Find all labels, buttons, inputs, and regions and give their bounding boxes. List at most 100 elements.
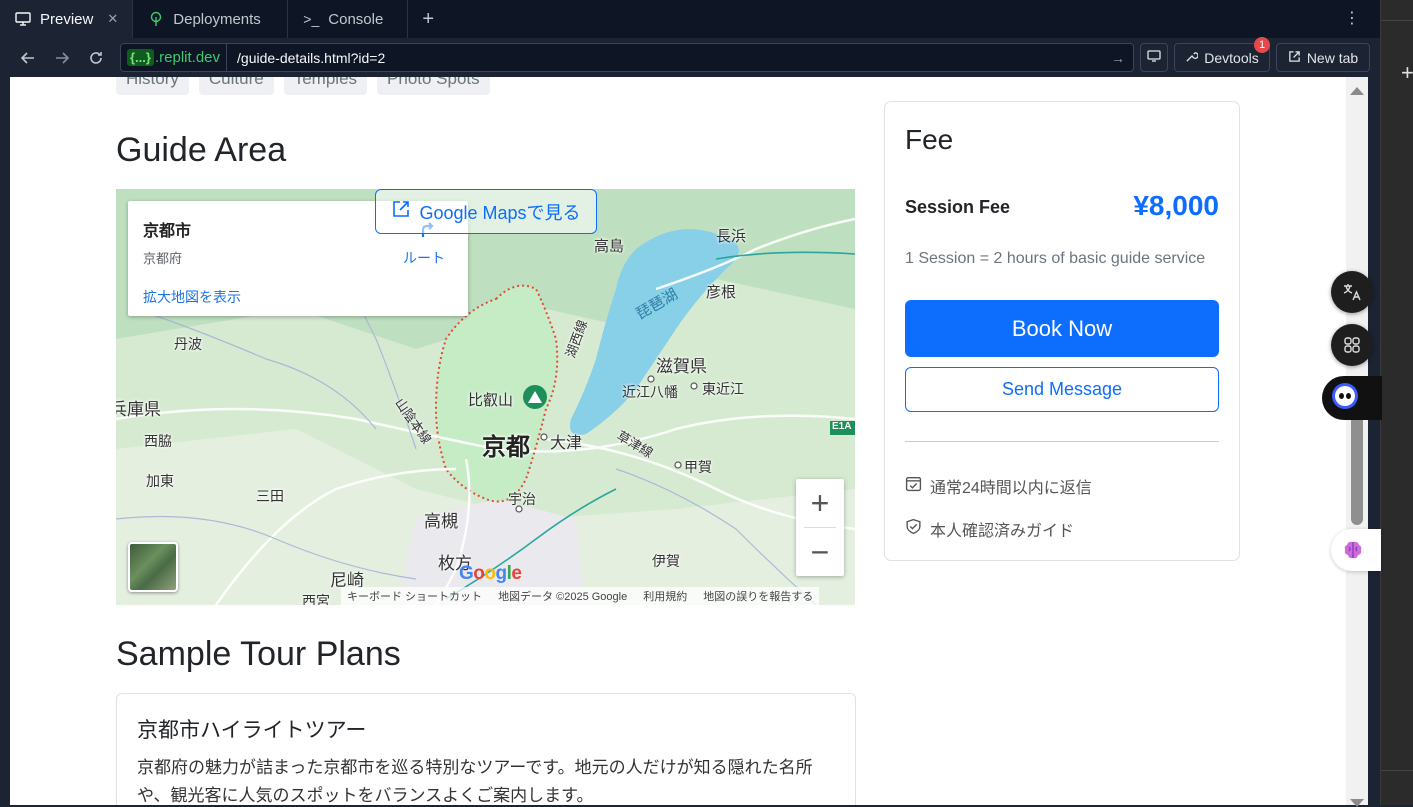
map-attribution: キーボード ショートカット 地図データ ©2025 Google 利用規約 地図…	[341, 587, 820, 605]
map-label: 近江八幡	[622, 384, 678, 400]
domain-label: {...} .replit.dev	[121, 44, 228, 71]
scroll-down-arrow-icon[interactable]	[1350, 799, 1364, 807]
tag-item: Temples	[283, 77, 368, 95]
go-arrow-icon[interactable]: →	[1111, 50, 1133, 66]
brain-extension-icon[interactable]	[1331, 529, 1381, 571]
map-label: 長浜	[716, 228, 747, 245]
address-field[interactable]: {...} .replit.dev /guide-details.html?id…	[120, 43, 1134, 72]
url-path[interactable]: /guide-details.html?id=2	[227, 50, 1111, 66]
keyboard-shortcuts-link[interactable]: キーボード ショートカット	[347, 588, 482, 604]
open-google-maps-label: Google Mapsで見る	[419, 202, 581, 223]
map-label: 大津	[550, 435, 583, 452]
gutter-divider	[1381, 20, 1413, 21]
session-fee-label: Session Fee	[905, 197, 1011, 217]
back-arrow-icon[interactable]	[14, 44, 42, 72]
map-label: 高島	[594, 238, 625, 255]
verified-text: 本人確認済みガイド	[930, 523, 1075, 540]
highway-shield: E1A	[832, 421, 852, 432]
map-label: 高槻	[424, 512, 458, 531]
tree-icon	[147, 10, 165, 28]
devtools-label: Devtools	[1204, 49, 1259, 66]
verified-row: 本人確認済みガイド	[905, 517, 1074, 541]
assistant-launcher[interactable]	[1322, 376, 1382, 420]
map-label: 滋賀県	[656, 357, 707, 376]
apps-grid-icon[interactable]	[1331, 324, 1373, 366]
domain-chip: {...}	[127, 49, 154, 66]
add-tab-button[interactable]: +	[408, 0, 448, 38]
map-label: 兵庫県	[116, 400, 161, 419]
add-pane-icon[interactable]: +	[1401, 60, 1413, 86]
place-title: 京都市	[143, 223, 192, 240]
tab-console[interactable]: >_ Console	[288, 0, 409, 38]
terminal-icon: >_	[303, 11, 320, 27]
gutter-divider	[1381, 770, 1413, 771]
new-tab-label: New tab	[1306, 49, 1359, 66]
assistant-face-icon	[1330, 381, 1360, 416]
map-label: 甲賀	[684, 459, 712, 475]
map-label: 三田	[256, 488, 284, 504]
session-note: 1 Session = 2 hours of basic guide servi…	[905, 250, 1206, 267]
session-fee-price: ¥8,000	[1133, 190, 1219, 221]
devtools-badge: 1	[1254, 37, 1270, 53]
zoom-out-button[interactable]: −	[796, 528, 844, 576]
tag-item: Culture	[198, 77, 274, 95]
map-label: 西脇	[144, 433, 172, 449]
side-gutter: +	[1380, 0, 1413, 805]
fee-title: Fee	[905, 124, 954, 155]
devtools-button[interactable]: Devtools 1	[1174, 37, 1270, 72]
larger-map-link[interactable]: 拡大地図を表示	[143, 287, 241, 307]
satellite-toggle[interactable]	[128, 542, 178, 592]
tag-item: Photo Spots	[377, 77, 490, 95]
route-link[interactable]: ルート	[403, 248, 445, 268]
sample-tours-heading: Sample Tour Plans	[116, 635, 401, 673]
preview-viewport: History Culture Temples Photo Spots Guid…	[10, 77, 1368, 805]
translate-icon[interactable]	[1331, 271, 1373, 313]
device-toggle-button[interactable]	[1140, 43, 1168, 72]
new-tab-button[interactable]: New tab	[1276, 43, 1370, 72]
send-message-button[interactable]: Send Message	[905, 367, 1219, 412]
map-label: 丹波	[174, 336, 202, 352]
tag-item: History	[116, 77, 189, 95]
tour-title: 京都市ハイライトツアー	[137, 719, 367, 742]
tour-description: 京都府の魅力が詰まった京都市を巡る特別なツアーです。地元の人だけが知る隠れた名所…	[137, 758, 813, 805]
shield-check-icon	[905, 518, 922, 540]
tab-preview[interactable]: Preview ✕	[0, 0, 134, 38]
reload-icon[interactable]	[82, 44, 110, 72]
map-label: 彦根	[706, 284, 737, 301]
google-logo: Google	[459, 563, 522, 584]
ide-tab-bar: Preview ✕ Deployments >_ Console + ⋮	[0, 0, 1380, 38]
google-map[interactable]: 高島 長浜 琵琶湖 彦根 湖西線 滋賀県 近江八幡 東近江 比叡山 山陰本線 京…	[116, 189, 855, 605]
tab-preview-label: Preview	[40, 10, 94, 28]
book-now-button[interactable]: Book Now	[905, 300, 1219, 357]
domain-text: .replit.dev	[154, 49, 221, 66]
open-google-maps-button[interactable]: Google Mapsで見る	[375, 189, 597, 234]
external-link-icon	[391, 199, 411, 224]
map-label: 伊賀	[652, 553, 680, 569]
map-label: 京都	[482, 434, 530, 461]
tab-deployments-label: Deployments	[173, 10, 261, 28]
wrench-icon	[1185, 50, 1199, 66]
scroll-up-arrow-icon[interactable]	[1350, 87, 1364, 95]
monitor-icon	[14, 10, 32, 28]
map-data-credit: 地図データ ©2025 Google	[498, 591, 628, 603]
place-region: 京都府	[143, 251, 183, 266]
zoom-controls: + −	[796, 479, 844, 576]
calendar-check-icon	[905, 475, 922, 497]
reply-time-text: 通常24時間以内に返信	[930, 480, 1092, 497]
fee-divider	[905, 441, 1219, 442]
tab-deployments[interactable]: Deployments	[133, 0, 289, 38]
vertical-scrollbar[interactable]	[1346, 77, 1368, 807]
map-label: 宇治	[508, 491, 536, 507]
forward-arrow-icon[interactable]	[48, 44, 76, 72]
more-menu-icon[interactable]: ⋮	[1344, 9, 1360, 29]
report-error-link[interactable]: 地図の誤りを報告する	[703, 588, 813, 604]
tour-plan-card: 京都市ハイライトツアー 京都府の魅力が詰まった京都市を巡る特別なツアーです。地元…	[116, 693, 856, 805]
terms-link[interactable]: 利用規約	[643, 588, 687, 604]
close-icon[interactable]: ✕	[107, 11, 118, 27]
tag-list: History Culture Temples Photo Spots	[116, 77, 490, 95]
zoom-in-button[interactable]: +	[796, 479, 844, 527]
reply-time-row: 通常24時間以内に返信	[905, 474, 1092, 498]
map-label: 東近江	[702, 381, 744, 397]
map-label: 西宮	[302, 593, 330, 605]
preview-url-bar: {...} .replit.dev /guide-details.html?id…	[0, 37, 1380, 77]
